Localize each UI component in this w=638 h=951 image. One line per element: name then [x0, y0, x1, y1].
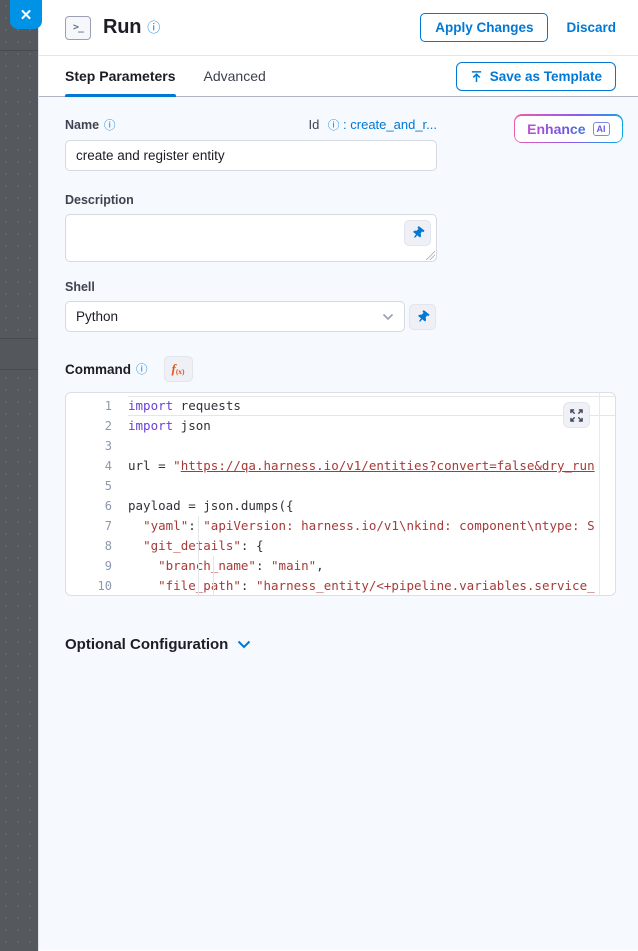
pipeline-canvas-strip — [0, 0, 38, 951]
name-id-row: Name ⓘ Id ⓘ : create_and_r... — [65, 117, 437, 133]
close-drawer-button[interactable]: ✕ — [10, 0, 42, 29]
code-text: "git_details": { — [128, 536, 615, 556]
indent-guide — [198, 516, 199, 596]
description-textarea[interactable] — [65, 214, 437, 262]
code-text: "branch_name": "main", — [128, 556, 615, 576]
step-info-icon[interactable]: ⓘ — [147, 21, 160, 34]
tab-bar: Step Parameters Advanced Save as Templat… — [39, 56, 638, 97]
expression-fx-button[interactable]: f(x) — [164, 356, 193, 382]
optional-configuration-label: Optional Configuration — [65, 636, 228, 653]
code-line[interactable]: 3 — [66, 436, 615, 456]
close-icon: ✕ — [20, 6, 33, 24]
line-number: 6 — [66, 496, 128, 516]
code-lines: 1import requests2import json34url = "htt… — [66, 396, 615, 596]
name-input[interactable] — [65, 140, 437, 171]
line-number: 5 — [66, 476, 128, 496]
id-info-icon[interactable]: ⓘ — [328, 120, 340, 132]
optional-configuration-toggle[interactable]: Optional Configuration — [65, 636, 612, 653]
code-line[interactable]: 7 "yaml": "apiVersion: harness.io/v1\nki… — [66, 516, 615, 536]
upload-template-icon — [470, 70, 483, 83]
code-line[interactable]: 5 — [66, 476, 615, 496]
pushpin-icon — [414, 308, 431, 325]
description-pin-button[interactable] — [404, 220, 431, 246]
code-line[interactable]: 1import requests — [66, 396, 615, 416]
line-number: 10 — [66, 576, 128, 596]
shell-select[interactable]: Python — [65, 301, 405, 332]
code-text: "yaml": "apiVersion: harness.io/v1\nkind… — [128, 516, 615, 536]
terminal-step-icon: >_ — [65, 16, 91, 40]
pushpin-icon — [409, 225, 426, 242]
code-text — [128, 476, 615, 496]
code-line[interactable]: 2import json — [66, 416, 615, 436]
tab-step-parameters[interactable]: Step Parameters — [65, 56, 176, 97]
command-row: Command ⓘ f(x) — [65, 356, 612, 382]
code-line[interactable]: 9 "branch_name": "main", — [66, 556, 615, 576]
tab-advanced[interactable]: Advanced — [204, 56, 266, 97]
line-number: 3 — [66, 436, 128, 456]
canvas-toolbar-band — [0, 338, 38, 370]
enhance-ai-button[interactable]: Enhance AI — [514, 114, 623, 143]
shell-pin-button[interactable] — [409, 304, 436, 330]
line-number: 4 — [66, 456, 128, 476]
save-as-template-button[interactable]: Save as Template — [456, 62, 616, 91]
name-info-icon[interactable]: ⓘ — [104, 117, 116, 133]
line-number: 1 — [66, 396, 128, 416]
code-text: url = "https://qa.harness.io/v1/entities… — [128, 456, 615, 476]
line-number: 8 — [66, 536, 128, 556]
code-line[interactable]: 6payload = json.dumps({ — [66, 496, 615, 516]
line-number: 7 — [66, 516, 128, 536]
id-value[interactable]: : create_and_r... — [343, 117, 437, 132]
line-number: 9 — [66, 556, 128, 576]
step-config-drawer: >_ Run ⓘ Apply Changes Discard Step Para… — [38, 0, 638, 951]
code-line[interactable]: 10 "file_path": "harness_entity/<+pipeli… — [66, 576, 615, 596]
editor-scrollbar-track[interactable] — [599, 393, 600, 595]
enhance-label: Enhance — [527, 121, 585, 137]
ai-badge: AI — [593, 122, 610, 136]
command-code-editor[interactable]: 1import requests2import json34url = "htt… — [65, 392, 616, 596]
id-label: Id — [308, 117, 319, 132]
code-text: import requests — [128, 396, 615, 416]
shell-row: Python — [65, 301, 612, 332]
save-as-template-label: Save as Template — [490, 69, 602, 84]
step-parameters-panel: Enhance AI Name ⓘ Id ⓘ : create_and_r...… — [39, 97, 638, 950]
canvas-divider — [0, 50, 38, 51]
id-line: Id ⓘ : create_and_r... — [308, 117, 437, 133]
code-line[interactable]: 4url = "https://qa.harness.io/v1/entitie… — [66, 456, 615, 476]
code-text: import json — [128, 416, 615, 436]
step-title: Run — [103, 16, 141, 39]
shell-selected-value: Python — [76, 309, 118, 324]
name-label: Name — [65, 118, 99, 132]
chevron-down-icon — [382, 313, 394, 321]
code-text: "file_path": "harness_entity/<+pipeline.… — [128, 576, 615, 596]
expand-icon — [570, 409, 583, 422]
command-info-icon[interactable]: ⓘ — [136, 361, 148, 377]
apply-changes-button[interactable]: Apply Changes — [420, 13, 548, 42]
textarea-resize-handle[interactable] — [426, 251, 435, 260]
code-text — [128, 436, 615, 456]
description-field-wrap — [65, 214, 437, 262]
shell-label: Shell — [65, 280, 612, 294]
drawer-header: >_ Run ⓘ Apply Changes Discard — [39, 0, 638, 56]
discard-button[interactable]: Discard — [566, 20, 616, 35]
page-root: ✕ >_ Run ⓘ Apply Changes Discard Step Pa… — [0, 0, 638, 951]
code-line[interactable]: 8 "git_details": { — [66, 536, 615, 556]
description-label: Description — [65, 193, 612, 207]
line-number: 2 — [66, 416, 128, 436]
command-label: Command — [65, 362, 131, 377]
chevron-down-icon — [237, 640, 251, 649]
indent-guide — [213, 556, 214, 596]
expand-editor-button[interactable] — [563, 402, 590, 428]
code-text: payload = json.dumps({ — [128, 496, 615, 516]
